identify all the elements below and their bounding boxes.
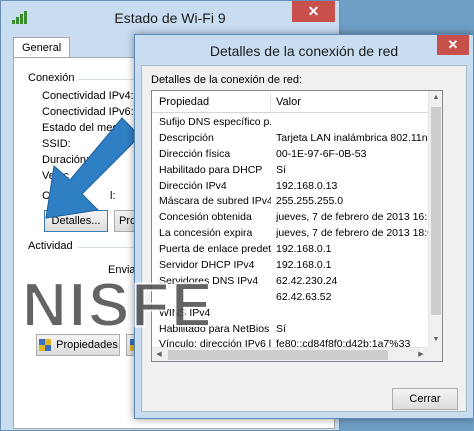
column-header-value[interactable]: Valor — [276, 96, 301, 108]
details-list-label: Detalles de la conexión de red: — [151, 74, 303, 86]
value-cell: 192.168.0.1 — [276, 243, 332, 256]
dialog-title: Detalles de la conexión de red — [209, 43, 399, 59]
dialog-close-button[interactable]: ✕ — [437, 35, 469, 55]
value-cell: 62.42.230.24 — [276, 274, 338, 287]
horizontal-scroll-thumb[interactable] — [168, 350, 388, 360]
property-cell: Dirección IPv4 — [159, 179, 227, 192]
column-separator[interactable] — [270, 93, 271, 111]
scroll-down-icon[interactable]: ▼ — [429, 333, 442, 347]
watermark-text: NISFE — [22, 271, 208, 340]
title-bar[interactable]: Estado de Wi-Fi 9 ✕ — [1, 1, 339, 33]
list-item[interactable]: Puerta de enlace predet... 192.168.0.1 — [152, 242, 428, 258]
shield-icon — [39, 339, 52, 351]
value-cell: jueves, 7 de febrero de 2013 18:07:25 — [276, 227, 428, 240]
vertical-scroll-thumb[interactable] — [431, 107, 441, 315]
watermark-logo: NISFE — [21, 270, 208, 340]
column-header-property[interactable]: Propiedad — [159, 96, 209, 108]
list-item[interactable]: Dirección física 00-1E-97-6F-0B-53 — [152, 147, 428, 163]
close-icon: ✕ — [307, 3, 320, 19]
scroll-up-icon[interactable]: ▲ — [429, 91, 442, 105]
list-item[interactable]: La concesión expira jueves, 7 de febrero … — [152, 226, 428, 242]
dialog-title-bar[interactable]: Detalles de la conexión de red ✕ — [135, 35, 473, 65]
value-cell: 255.255.255.0 — [276, 195, 344, 208]
list-header: Propiedad Valor — [152, 91, 428, 113]
section-connection: Conexión — [28, 72, 75, 84]
scroll-left-icon[interactable]: ◀ — [152, 348, 166, 361]
dialog-body: Detalles de la conexión de red: Propieda… — [141, 65, 467, 412]
list-item[interactable]: Descripción Tarjeta LAN inalámbrica 802.1… — [152, 131, 428, 147]
property-cell: La concesión expira — [159, 227, 253, 240]
property-cell: Habilitado para DHCP — [159, 163, 263, 176]
close-dialog-button[interactable]: Cerrar — [392, 388, 458, 410]
vertical-scrollbar[interactable]: ▲ ▼ — [428, 91, 442, 347]
scroll-right-icon[interactable]: ▶ — [414, 348, 428, 361]
section-activity: Actividad — [28, 240, 73, 252]
property-cell: Sufijo DNS específico p... — [159, 116, 271, 128]
value-cell: 192.168.0.13 — [276, 179, 338, 192]
list-item[interactable]: Habilitado para DHCP Sí — [152, 163, 428, 179]
property-cell: Descripción — [159, 131, 214, 144]
scroll-corner — [428, 347, 442, 361]
value-cell: Sí — [276, 322, 286, 335]
list-item[interactable]: Máscara de subred IPv4 255.255.255.0 — [152, 194, 428, 210]
close-icon: ✕ — [447, 37, 459, 52]
property-cell: Puerta de enlace predet... — [159, 243, 271, 256]
list-item[interactable]: Concesión obtenida jueves, 7 de febrero d… — [152, 210, 428, 226]
value-cell: jueves, 7 de febrero de 2013 16:37:17 — [276, 211, 428, 224]
value-cell: 192.168.0.1 — [276, 259, 332, 272]
value-cell: Tarjeta LAN inalámbrica 802.11n USB — [276, 131, 428, 144]
property-cell: Máscara de subred IPv4 — [159, 195, 271, 208]
ipv4-connectivity-label: Conectividad IPv4: — [42, 90, 134, 102]
value-cell: Sí — [276, 163, 286, 176]
list-item[interactable]: Sufijo DNS específico p... — [152, 115, 428, 131]
properties-button-label: Propiedades — [56, 339, 118, 351]
property-cell: Dirección física — [159, 147, 231, 160]
tab-general[interactable]: General — [13, 37, 71, 58]
list-item[interactable]: Dirección IPv4 192.168.0.13 — [152, 179, 428, 195]
horizontal-scrollbar[interactable]: ◀ ▶ — [152, 347, 428, 361]
value-cell: 00-1E-97-6F-0B-53 — [276, 147, 367, 160]
window-title: Estado de Wi-Fi 9 — [114, 10, 226, 26]
value-cell: 62.42.63.52 — [276, 290, 332, 303]
property-cell: Concesión obtenida — [159, 211, 252, 224]
network-details-dialog: Detalles de la conexión de red ✕ Detalle… — [134, 34, 474, 419]
close-button[interactable]: ✕ — [292, 1, 335, 22]
